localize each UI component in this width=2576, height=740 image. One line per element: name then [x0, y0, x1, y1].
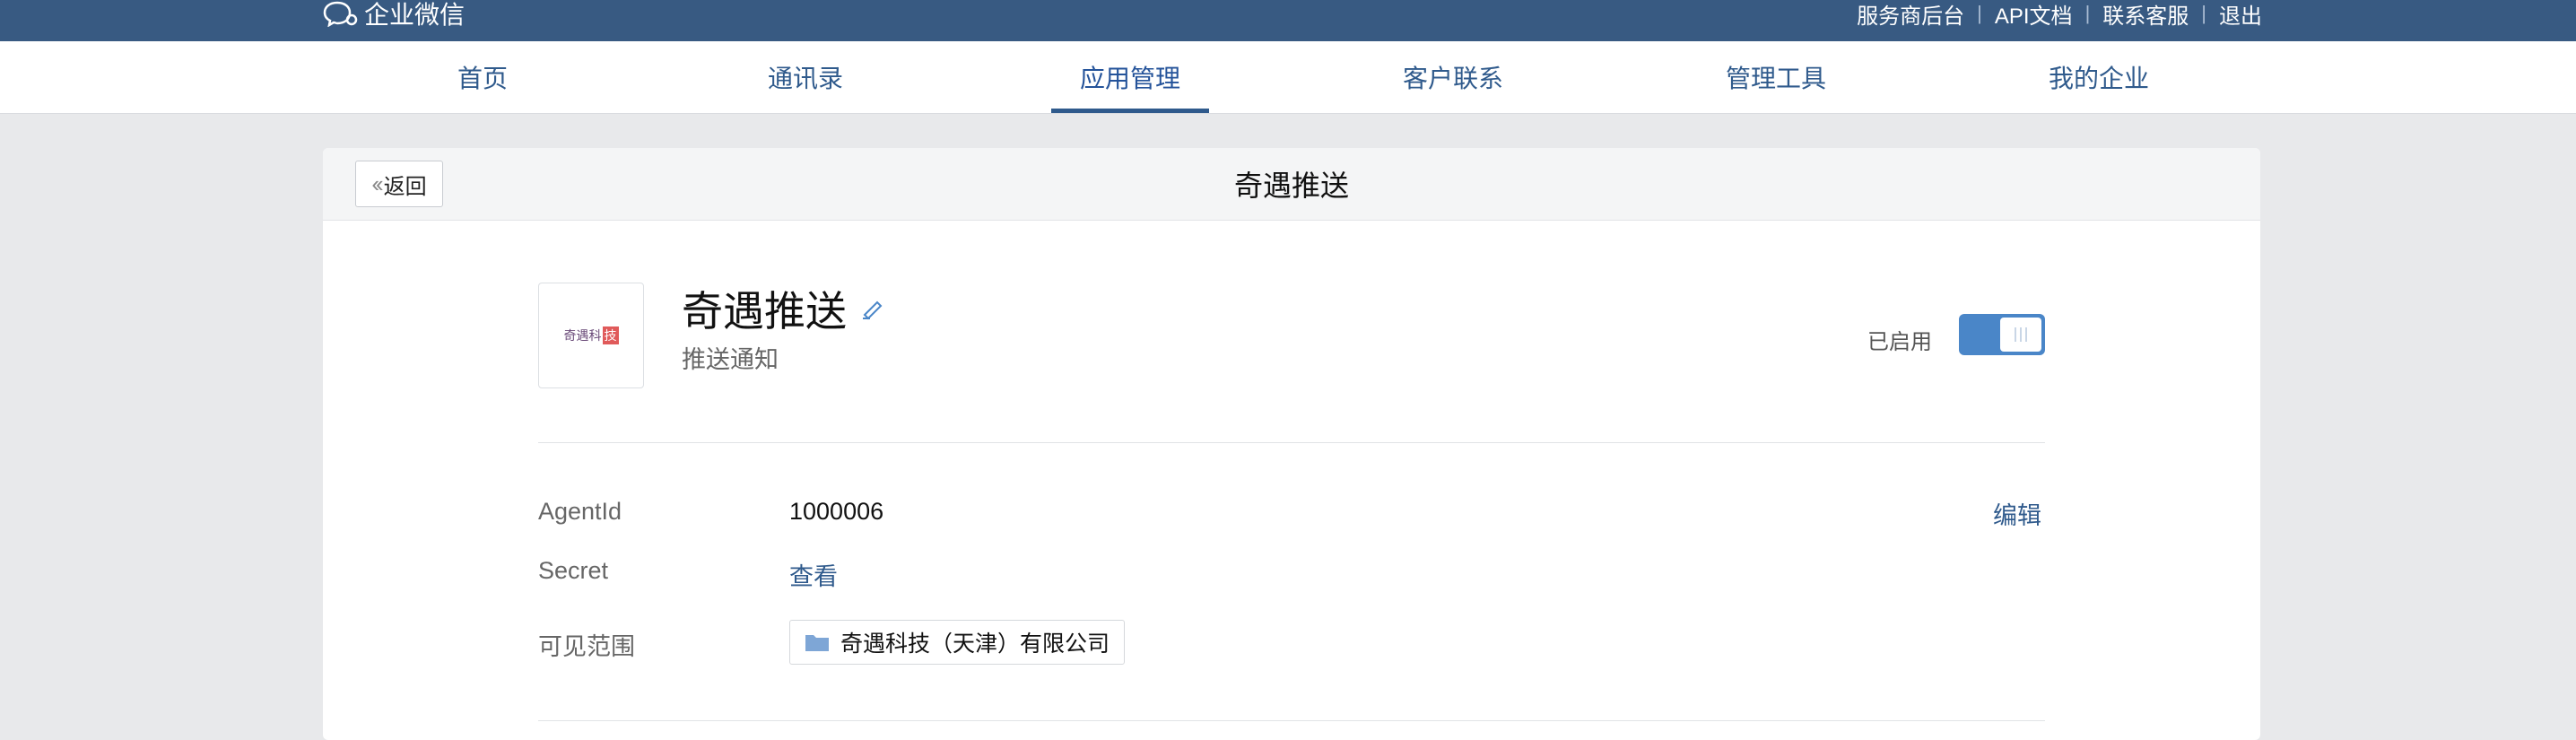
scope-chip[interactable]: 奇遇科技（天津）有限公司 — [789, 620, 1126, 665]
back-label: 返回 — [383, 174, 427, 199]
tab-customer-contact[interactable]: 客户联系 — [1374, 41, 1532, 113]
back-button[interactable]: ‹‹ 返回 — [355, 161, 443, 207]
app-detail-card: 奇遇推送 ‹‹ 返回 奇遇科技 奇遇推送 推送通知 已启用 AgentId 10… — [323, 148, 2260, 740]
separator: | — [2201, 2, 2206, 24]
tab-app-management[interactable]: 应用管理 — [1051, 41, 1209, 113]
logo-text: 企业微信 — [364, 1, 466, 29]
page-title: 奇遇推送 — [1233, 170, 1349, 202]
app-logo-image: 奇遇科技 — [563, 326, 619, 344]
folder-icon — [805, 635, 829, 651]
status-label: 已启用 — [1867, 330, 1932, 354]
main-nav: 首页 通讯录 应用管理 客户联系 管理工具 我的企业 — [0, 41, 2576, 114]
view-secret-link[interactable]: 查看 — [789, 557, 838, 592]
divider — [538, 442, 2045, 443]
enable-toggle[interactable] — [1959, 314, 2045, 355]
tab-home[interactable]: 首页 — [404, 41, 561, 113]
agentid-value: 1000006 — [789, 498, 884, 525]
api-docs-link[interactable]: API文档 — [1995, 0, 2073, 30]
logout-link[interactable]: 退出 — [2219, 0, 2262, 30]
app-description: 推送通知 — [682, 346, 779, 373]
scope-label: 可见范围 — [538, 633, 635, 660]
card-header: 奇遇推送 ‹‹ 返回 — [323, 148, 2260, 221]
tab-my-company[interactable]: 我的企业 — [2020, 41, 2178, 113]
top-bar: 企业微信 服务商后台 | API文档 | 联系客服 | 退出 — [0, 0, 2576, 41]
top-links: 服务商后台 | API文档 | 联系客服 | 退出 — [1857, 0, 2262, 30]
contact-support-link[interactable]: 联系客服 — [2102, 0, 2189, 30]
app-name: 奇遇推送 — [682, 279, 886, 338]
app-name-text: 奇遇推送 — [682, 288, 847, 335]
toggle-knob — [2000, 318, 2041, 352]
scope-value: 奇遇科技（天津）有限公司 — [840, 631, 1110, 657]
logo[interactable]: 企业微信 — [323, 0, 465, 29]
double-chevron-left-icon: ‹‹ — [371, 170, 383, 197]
agentid-label: AgentId — [538, 498, 622, 525]
separator: | — [2084, 2, 2091, 24]
tab-management-tools[interactable]: 管理工具 — [1697, 41, 1855, 113]
chat-bubble-icon — [323, 1, 358, 27]
pencil-icon[interactable] — [859, 295, 886, 322]
app-logo: 奇遇科技 — [538, 283, 644, 388]
service-provider-link[interactable]: 服务商后台 — [1857, 0, 1964, 30]
secret-label: Secret — [538, 557, 609, 584]
edit-link[interactable]: 编辑 — [1993, 496, 2041, 531]
separator: | — [1977, 2, 1982, 24]
divider — [538, 720, 2045, 721]
tab-contacts[interactable]: 通讯录 — [727, 41, 884, 113]
